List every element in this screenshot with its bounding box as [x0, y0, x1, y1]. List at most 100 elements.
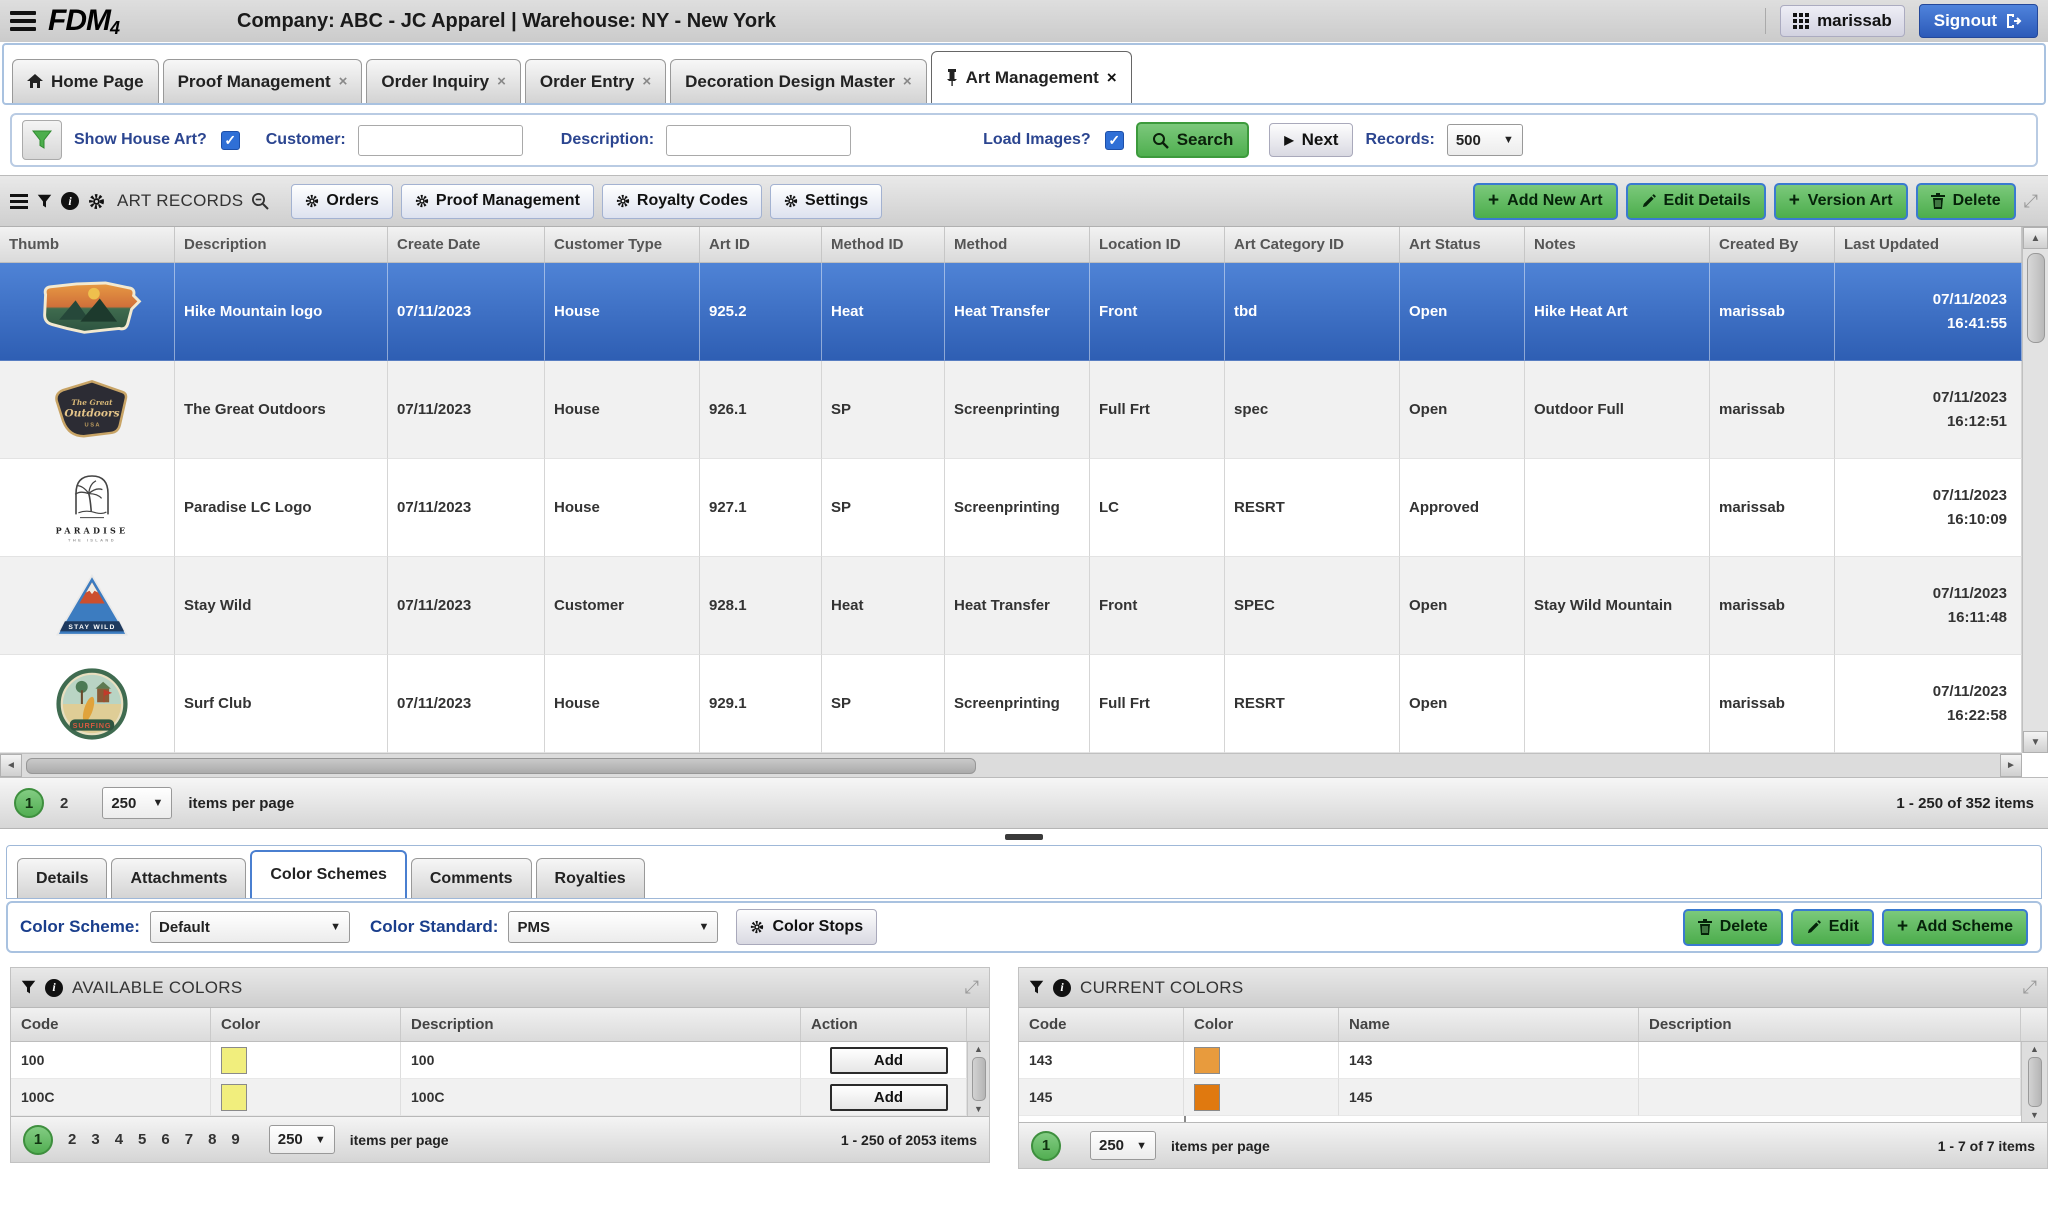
- tab-decoration-design-master[interactable]: Decoration Design Master ×: [670, 59, 927, 103]
- maximize-panel-icon[interactable]: ⤢: [965, 977, 979, 998]
- grid-filter-icon[interactable]: [37, 194, 52, 209]
- scroll-up-icon[interactable]: ▲: [2030, 1044, 2039, 1054]
- page-4-button[interactable]: 4: [115, 1131, 123, 1148]
- page-6-button[interactable]: 6: [161, 1131, 169, 1148]
- delete-scheme-button[interactable]: Delete: [1683, 909, 1783, 946]
- column-header-name[interactable]: Name: [1339, 1008, 1639, 1041]
- table-row[interactable]: 100C 100C Add: [11, 1079, 967, 1116]
- page-7-button[interactable]: 7: [185, 1131, 193, 1148]
- add-new-art-button[interactable]: + Add New Art: [1473, 183, 1618, 220]
- horizontal-scrollbar[interactable]: ◄ ►: [0, 753, 2022, 777]
- delete-button[interactable]: Delete: [1916, 183, 2016, 220]
- vertical-scroll-thumb[interactable]: [2027, 253, 2045, 343]
- column-header-description[interactable]: Description: [175, 227, 388, 262]
- grid-menu-icon[interactable]: [10, 194, 28, 209]
- scroll-up-icon[interactable]: ▲: [974, 1044, 983, 1054]
- version-art-button[interactable]: + Version Art: [1774, 183, 1908, 220]
- close-tab-icon[interactable]: ×: [339, 73, 348, 90]
- page-1-button[interactable]: 1: [1031, 1131, 1061, 1161]
- tab-attachments[interactable]: Attachments: [111, 858, 246, 898]
- column-header-location-id[interactable]: Location ID: [1090, 227, 1225, 262]
- table-row[interactable]: SURFING Surf Club 07/11/2023 House 929.1…: [0, 655, 2048, 753]
- tab-art-management[interactable]: Art Management ×: [931, 51, 1132, 103]
- tab-color-schemes[interactable]: Color Schemes: [250, 850, 406, 898]
- show-house-art-checkbox[interactable]: ✓: [221, 131, 240, 150]
- column-header-description[interactable]: Description: [401, 1008, 801, 1041]
- column-header-method-id[interactable]: Method ID: [822, 227, 945, 262]
- signout-button[interactable]: Signout: [1919, 4, 2038, 38]
- vertical-scrollbar[interactable]: ▲ ▼: [2021, 1042, 2047, 1122]
- settings-button[interactable]: Settings: [770, 184, 882, 219]
- customer-input[interactable]: [358, 125, 523, 156]
- page-8-button[interactable]: 8: [208, 1131, 216, 1148]
- description-input[interactable]: [666, 125, 851, 156]
- search-button[interactable]: Search: [1136, 122, 1250, 158]
- column-header-color[interactable]: Color: [211, 1008, 401, 1041]
- maximize-panel-icon[interactable]: ⤢: [2023, 977, 2037, 998]
- column-header-created-by[interactable]: Created By: [1710, 227, 1835, 262]
- gear-icon[interactable]: [88, 193, 105, 210]
- tab-order-inquiry[interactable]: Order Inquiry ×: [366, 59, 520, 103]
- menu-icon[interactable]: [10, 11, 36, 31]
- close-tab-icon[interactable]: ×: [903, 73, 912, 90]
- page-1-button[interactable]: 1: [14, 788, 44, 818]
- page-1-button[interactable]: 1: [23, 1125, 53, 1155]
- color-scheme-select[interactable]: Default ▼: [150, 911, 350, 943]
- vertical-scroll-thumb[interactable]: [972, 1057, 986, 1101]
- tab-order-entry[interactable]: Order Entry ×: [525, 59, 666, 103]
- table-row[interactable]: PARADISE THE ISLAND Paradise LC Logo 07/…: [0, 459, 2048, 557]
- column-header-thumb[interactable]: Thumb: [0, 227, 175, 262]
- scroll-up-icon[interactable]: ▲: [2023, 227, 2048, 249]
- column-header-action[interactable]: Action: [801, 1008, 967, 1041]
- column-header-code[interactable]: Code: [11, 1008, 211, 1041]
- scroll-down-icon[interactable]: ▼: [974, 1104, 983, 1114]
- column-header-color[interactable]: Color: [1184, 1008, 1339, 1041]
- records-select[interactable]: 500 ▼: [1447, 124, 1523, 156]
- tab-comments[interactable]: Comments: [411, 858, 532, 898]
- page-size-select[interactable]: 250 ▼: [102, 787, 172, 819]
- column-header-art-category-id[interactable]: Art Category ID: [1225, 227, 1400, 262]
- add-scheme-button[interactable]: + Add Scheme: [1882, 909, 2028, 946]
- splitter-drag-handle[interactable]: [1005, 834, 1043, 840]
- orders-button[interactable]: Orders: [291, 184, 392, 219]
- maximize-panel-icon[interactable]: ⤢: [2024, 191, 2038, 212]
- scroll-right-icon[interactable]: ►: [2000, 754, 2022, 777]
- info-icon[interactable]: i: [45, 979, 63, 997]
- table-row[interactable]: 143 143: [1019, 1042, 2021, 1079]
- vertical-scrollbar[interactable]: ▲ ▼: [2022, 227, 2048, 753]
- column-header-code[interactable]: Code: [1019, 1008, 1184, 1041]
- column-header-last-updated[interactable]: Last Updated: [1835, 227, 2022, 262]
- page-3-button[interactable]: 3: [91, 1131, 99, 1148]
- filter-button[interactable]: [22, 120, 62, 160]
- column-header-art-id[interactable]: Art ID: [700, 227, 822, 262]
- scroll-down-icon[interactable]: ▼: [2023, 731, 2048, 753]
- tab-royalties[interactable]: Royalties: [536, 858, 645, 898]
- page-2-button[interactable]: 2: [68, 1131, 76, 1148]
- scroll-down-icon[interactable]: ▼: [2030, 1110, 2039, 1120]
- tab-details[interactable]: Details: [17, 858, 107, 898]
- color-standard-select[interactable]: PMS ▼: [508, 911, 718, 943]
- info-icon[interactable]: i: [1053, 979, 1071, 997]
- table-row[interactable]: 145 145: [1019, 1079, 2021, 1116]
- add-color-button[interactable]: Add: [830, 1047, 948, 1074]
- load-images-checkbox[interactable]: ✓: [1105, 131, 1124, 150]
- table-row[interactable]: Hike Mountain logo 07/11/2023 House 925.…: [0, 263, 2048, 361]
- vertical-scroll-thumb[interactable]: [2028, 1057, 2042, 1107]
- column-header-art-status[interactable]: Art Status: [1400, 227, 1525, 262]
- page-9-button[interactable]: 9: [231, 1131, 239, 1148]
- column-header-description[interactable]: Description: [1639, 1008, 2021, 1041]
- proof-management-button[interactable]: Proof Management: [401, 184, 594, 219]
- column-header-method[interactable]: Method: [945, 227, 1090, 262]
- tab-proof-management[interactable]: Proof Management ×: [163, 59, 363, 103]
- tab-home-page[interactable]: Home Page: [12, 59, 159, 103]
- close-tab-icon[interactable]: ×: [497, 73, 506, 90]
- column-header-create-date[interactable]: Create Date: [388, 227, 545, 262]
- page-size-select[interactable]: 250 ▼: [1090, 1131, 1156, 1160]
- page-5-button[interactable]: 5: [138, 1131, 146, 1148]
- edit-details-button[interactable]: Edit Details: [1626, 183, 1766, 220]
- filter-funnel-icon[interactable]: [1029, 980, 1044, 995]
- add-color-button[interactable]: Add: [830, 1084, 948, 1111]
- close-tab-icon[interactable]: ×: [642, 73, 651, 90]
- filter-funnel-icon[interactable]: [21, 980, 36, 995]
- royalty-codes-button[interactable]: Royalty Codes: [602, 184, 762, 219]
